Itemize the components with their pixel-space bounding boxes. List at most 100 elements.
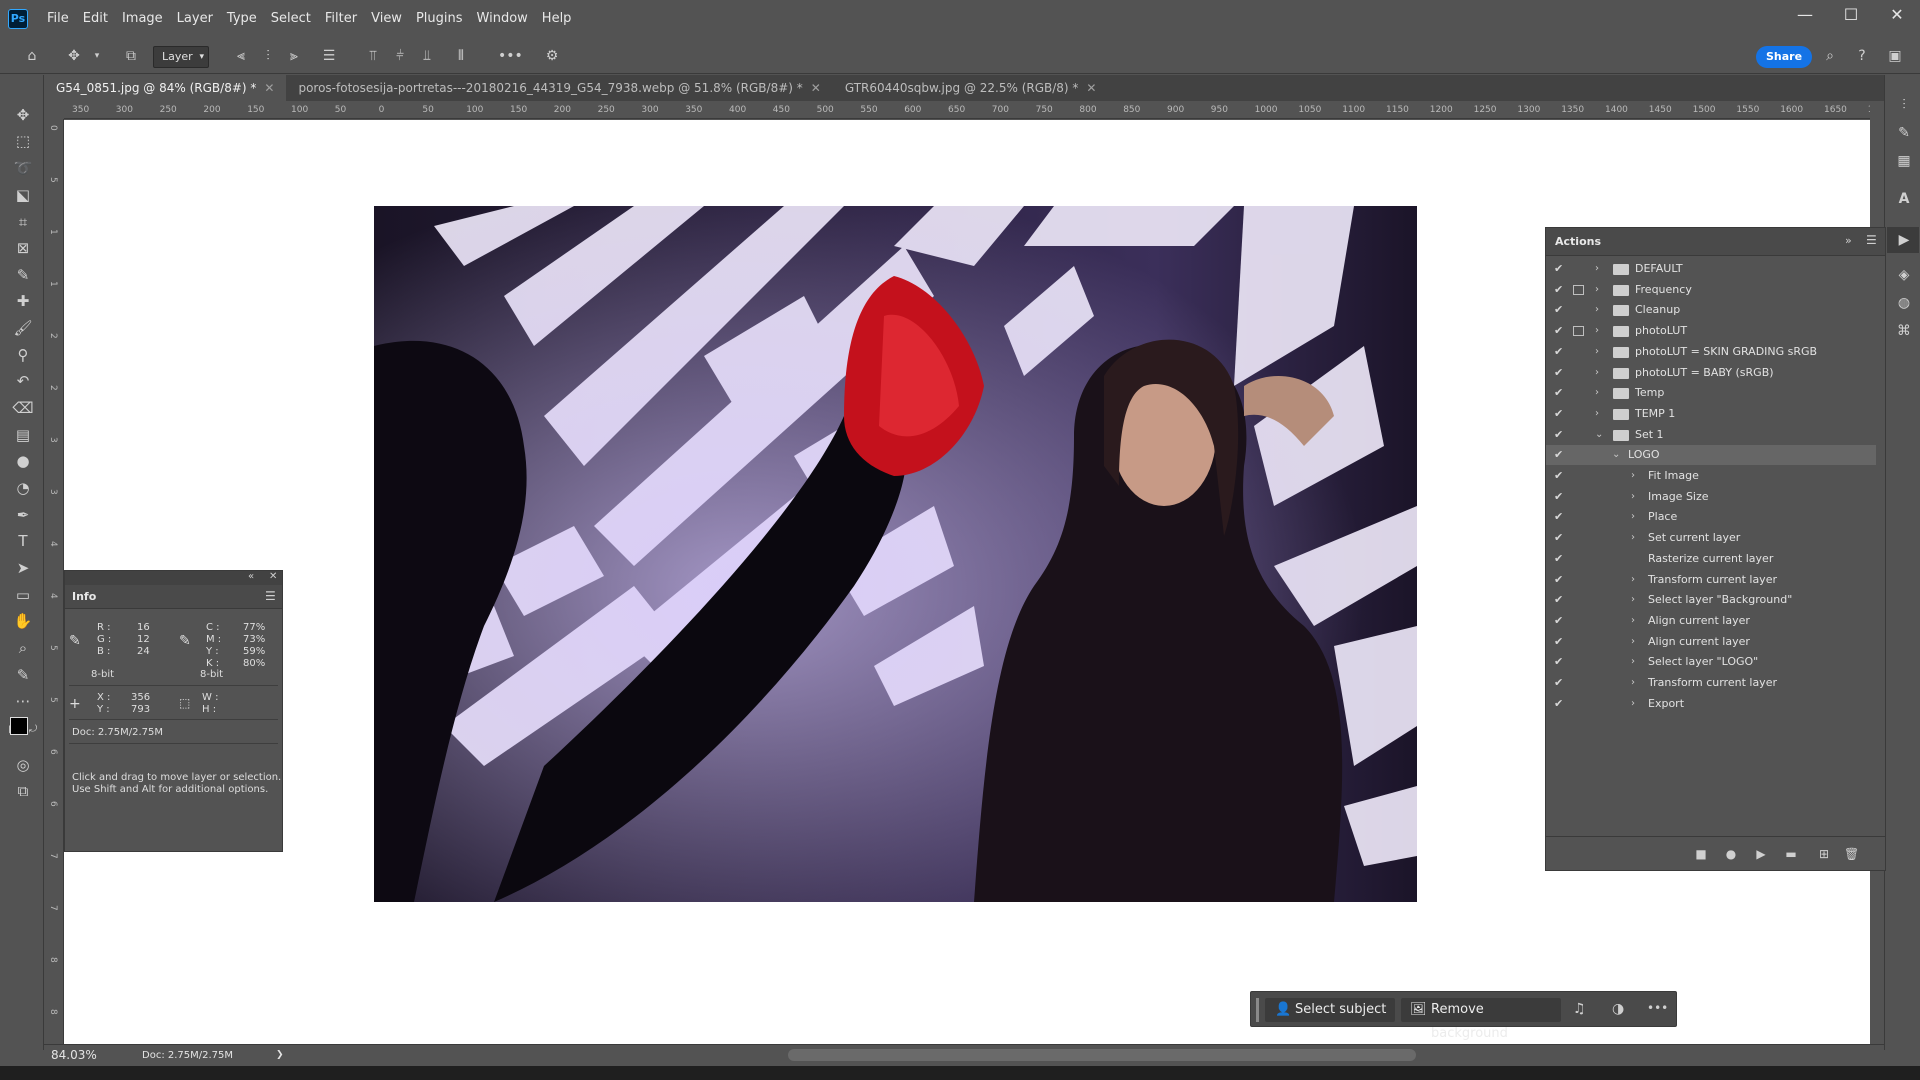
object-selection-icon[interactable]: ⬕ [12, 185, 34, 205]
dodge-tool-icon[interactable]: ◔ [12, 478, 34, 498]
align-center-icon[interactable]: ⫶ [259, 48, 277, 64]
dialog-toggle-icon[interactable] [1573, 284, 1584, 295]
checkmark-icon[interactable]: ✔ [1554, 363, 1568, 383]
distribute-vertical-icon[interactable]: ⦀ [452, 48, 470, 64]
checkmark-icon[interactable]: ✔ [1554, 694, 1568, 714]
action-row[interactable]: ✔ › Transform current layer [1546, 673, 1876, 693]
collapse-icon[interactable]: « [248, 571, 254, 582]
chevron-right-icon[interactable]: › [1595, 321, 1605, 341]
chevron-right-icon[interactable]: › [1631, 632, 1641, 652]
paths-icon[interactable]: ⌘ [1894, 321, 1914, 341]
checkmark-icon[interactable]: ✔ [1554, 259, 1568, 279]
checkmark-icon[interactable]: ✔ [1554, 673, 1568, 693]
layers-icon[interactable]: ◈ [1894, 265, 1914, 285]
menu-help[interactable]: Help [535, 0, 579, 38]
panel-menu-icon[interactable]: ☰ [1866, 233, 1877, 247]
action-row[interactable]: ✔ › Frequency [1546, 280, 1876, 300]
more-options-button[interactable]: ••• [1647, 1001, 1668, 1015]
bell-icon[interactable]: ♫ [1573, 1001, 1586, 1017]
checkmark-icon[interactable]: ✔ [1554, 342, 1568, 362]
menu-filter[interactable]: Filter [318, 0, 364, 38]
gear-icon[interactable]: ⚙ [543, 48, 561, 64]
crop-tool-icon[interactable]: ⌗ [12, 212, 34, 232]
adjustment-icon[interactable]: ◑ [1612, 1001, 1624, 1017]
zoom-tool-icon[interactable]: ⌕ [12, 638, 34, 658]
chevron-down-icon[interactable]: ⌄ [1612, 445, 1622, 465]
chevron-down-icon[interactable]: ▾ [88, 48, 106, 64]
menu-image[interactable]: Image [115, 0, 170, 38]
chevron-right-icon[interactable]: › [1631, 466, 1641, 486]
more-tools-icon[interactable]: ⋯ [12, 691, 34, 711]
action-row[interactable]: ✔ ⌄ Set 1 [1546, 425, 1876, 445]
pen-tool-icon[interactable]: ✒ [12, 505, 34, 525]
libraries-icon[interactable]: ▦ [1894, 151, 1914, 171]
dialog-toggle-icon[interactable] [1573, 326, 1584, 337]
action-row[interactable]: ✔ › photoLUT = SKIN GRADING sRGB [1546, 342, 1876, 362]
close-button[interactable]: ✕ [1874, 0, 1920, 30]
action-row[interactable]: ✔ › DEFAULT [1546, 259, 1876, 279]
chevron-down-icon[interactable]: ⌄ [1595, 425, 1605, 445]
hand-tool-icon[interactable]: ✋ [12, 611, 34, 631]
action-row[interactable]: ✔ › Image Size [1546, 487, 1876, 507]
action-row[interactable]: ✔ › Cleanup [1546, 300, 1876, 320]
chevron-right-icon[interactable]: › [1631, 611, 1641, 631]
chevron-right-icon[interactable]: › [1595, 280, 1605, 300]
eyedropper-icon[interactable]: ✎ [12, 265, 34, 285]
chevron-right-icon[interactable]: › [1631, 652, 1641, 672]
marquee-tool-icon[interactable]: ⬚ [12, 131, 34, 151]
checkmark-icon[interactable]: ✔ [1554, 404, 1568, 424]
chevron-right-icon[interactable]: › [1631, 673, 1641, 693]
record-icon[interactable]: ● [1724, 847, 1738, 861]
tab-document-3[interactable]: GTR60440sqbw.jpg @ 22.5% (RGB/8) * ✕ [832, 75, 1109, 101]
type-tool-icon[interactable]: T [12, 531, 34, 551]
auto-select-dropdown[interactable]: Layer ▾ [153, 46, 209, 68]
select-subject-button[interactable]: 👤 Select subject [1265, 998, 1395, 1022]
checkmark-icon[interactable]: ✔ [1554, 487, 1568, 507]
tab-document-1[interactable]: G54_0851.jpg @ 84% (RGB/8#) * ✕ [44, 75, 287, 101]
path-selection-icon[interactable]: ➤ [12, 558, 34, 578]
stop-icon[interactable]: ■ [1694, 847, 1708, 861]
quick-mask-icon[interactable]: ◎ [12, 755, 34, 775]
drag-handle[interactable] [1256, 998, 1259, 1022]
chevron-right-icon[interactable]: › [1595, 259, 1605, 279]
blur-tool-icon[interactable]: ● [12, 451, 34, 471]
action-row[interactable]: ✔ › Place [1546, 507, 1876, 527]
checkmark-icon[interactable]: ✔ [1554, 570, 1568, 590]
share-button[interactable]: Share [1756, 46, 1812, 68]
checkmark-icon[interactable]: ✔ [1554, 445, 1568, 465]
clone-stamp-icon[interactable]: ⚲ [12, 345, 34, 365]
ruler-horizontal[interactable]: 350 300 250 200 150 100 50 0 50 100 150 200 250 300 35… [64, 101, 1870, 119]
align-middle-icon[interactable]: ⫩ [391, 48, 409, 64]
chevron-right-icon[interactable]: › [1631, 590, 1641, 610]
action-row[interactable]: ✔ ⌄ LOGO [1546, 445, 1876, 466]
swap-colors-icon[interactable]: ⤾ [26, 720, 40, 740]
workspace-icon[interactable]: ▣ [1886, 48, 1904, 64]
action-row[interactable]: ✔ › Select layer "Background" [1546, 590, 1876, 610]
chevron-right-icon[interactable]: › [1631, 570, 1641, 590]
action-row[interactable]: ✔ › Align current layer [1546, 632, 1876, 652]
distribute-icon[interactable]: ☰ [320, 48, 338, 64]
chevron-right-icon[interactable]: › [1595, 363, 1605, 383]
checkmark-icon[interactable]: ✔ [1554, 321, 1568, 341]
foreground-color-swatch[interactable] [10, 717, 28, 735]
eraser-icon[interactable]: ⌫ [12, 398, 34, 418]
checkmark-icon[interactable]: ✔ [1554, 507, 1568, 527]
tab-document-2[interactable]: poros-fotosesija-portretas---20180216_44… [286, 75, 833, 101]
auto-select-icon[interactable]: ⧉ [122, 48, 140, 64]
chevron-right-icon[interactable]: › [1595, 300, 1605, 320]
chevron-right-icon[interactable]: › [1631, 528, 1641, 548]
history-brush-icon[interactable]: ↶ [12, 371, 34, 391]
action-row[interactable]: ✔ › Export [1546, 694, 1876, 714]
chevron-right-icon[interactable]: › [1595, 404, 1605, 424]
channels-icon[interactable]: ◍ [1894, 293, 1914, 313]
search-icon[interactable]: ⌕ [1821, 48, 1839, 64]
horizontal-scrollbar[interactable] [788, 1049, 1416, 1061]
action-row[interactable]: ✔ › photoLUT = BABY (sRGB) [1546, 363, 1876, 383]
properties-icon[interactable]: ⫶ [1894, 95, 1914, 115]
checkmark-icon[interactable]: ✔ [1554, 611, 1568, 631]
action-row[interactable]: ✔ › Fit Image [1546, 466, 1876, 486]
zoom-level[interactable]: 84.03% [51, 1048, 97, 1062]
frame-tool-icon[interactable]: ⊠ [12, 238, 34, 258]
move-tool-icon[interactable]: ✥ [12, 105, 34, 125]
close-icon[interactable]: ✕ [1086, 81, 1096, 95]
